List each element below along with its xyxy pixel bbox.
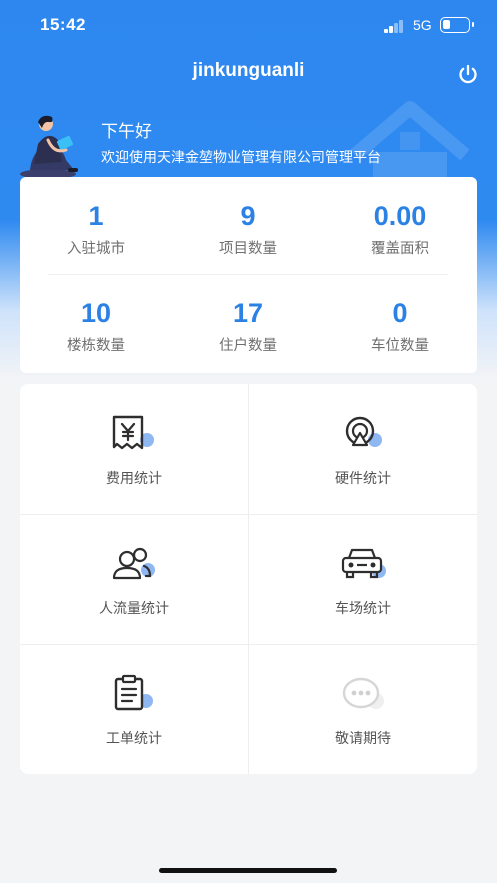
stat-value: 17 <box>232 298 264 328</box>
stat-coverage-area: 0.00 覆盖面积 <box>324 199 476 258</box>
person-illustration <box>20 115 78 179</box>
battery-level <box>443 20 450 29</box>
home-indicator <box>159 868 337 873</box>
welcome-text: 欢迎使用天津金堃物业管理有限公司管理平台 <box>101 150 381 166</box>
power-icon[interactable] <box>456 62 480 86</box>
menu-item-people-flow-statistics[interactable]: 人流量统计 <box>20 514 248 644</box>
network-type: 5G <box>413 17 432 33</box>
stat-buildings: 10 楼栋数量 <box>20 296 172 355</box>
menu-item-fee-statistics[interactable]: 费用统计 <box>20 384 248 514</box>
stat-value: 1 <box>88 201 104 231</box>
menu-item-label: 工单统计 <box>106 731 162 747</box>
stat-label: 入驻城市 <box>67 241 125 257</box>
stat-projects: 9 项目数量 <box>172 199 324 258</box>
stat-residents: 17 住户数量 <box>172 296 324 355</box>
people-flow-icon <box>112 547 155 580</box>
page-title: jinkunguanli <box>192 60 305 81</box>
stat-cities: 1 入驻城市 <box>20 199 172 258</box>
menu-item-label: 车场统计 <box>335 601 391 617</box>
stat-value: 0.00 <box>373 201 427 231</box>
fee-receipt-icon <box>112 415 154 450</box>
clipboard-icon <box>114 674 153 711</box>
stat-value: 0 <box>392 298 408 328</box>
stats-divider <box>48 274 448 275</box>
menu-grid: 费用统计 硬件统计 人流量统计 车场统计 工单统计 敬请期待 <box>20 384 477 774</box>
status-time: 15:42 <box>40 15 86 34</box>
stat-label: 覆盖面积 <box>371 241 429 257</box>
stat-label: 车位数量 <box>371 338 429 354</box>
stat-parking-spaces: 0 车位数量 <box>324 296 476 355</box>
menu-item-label: 人流量统计 <box>99 601 169 617</box>
menu-item-hardware-statistics[interactable]: 硬件统计 <box>249 384 477 514</box>
stats-card: 1 入驻城市 9 项目数量 0.00 覆盖面积 10 楼栋数量 17 住户数量 … <box>20 177 477 373</box>
stat-label: 住户数量 <box>219 338 277 354</box>
stat-value: 9 <box>240 201 256 231</box>
more-dots-icon <box>342 677 384 709</box>
greeting-text: 下午好 <box>101 122 152 142</box>
menu-item-parking-statistics[interactable]: 车场统计 <box>249 514 477 644</box>
battery-icon <box>440 17 474 33</box>
menu-item-coming-soon: 敬请期待 <box>249 644 477 774</box>
signal-icon <box>384 19 408 33</box>
car-icon <box>341 548 386 579</box>
menu-item-label: 敬请期待 <box>335 731 391 747</box>
status-bar: 15:42 5G <box>0 0 497 52</box>
stat-value: 10 <box>80 298 112 328</box>
stat-label: 楼栋数量 <box>67 338 125 354</box>
stat-label: 项目数量 <box>219 241 277 257</box>
menu-item-work-order-statistics[interactable]: 工单统计 <box>20 644 248 774</box>
menu-item-label: 硬件统计 <box>335 471 391 487</box>
menu-item-label: 费用统计 <box>106 471 162 487</box>
hardware-icon <box>345 416 382 447</box>
